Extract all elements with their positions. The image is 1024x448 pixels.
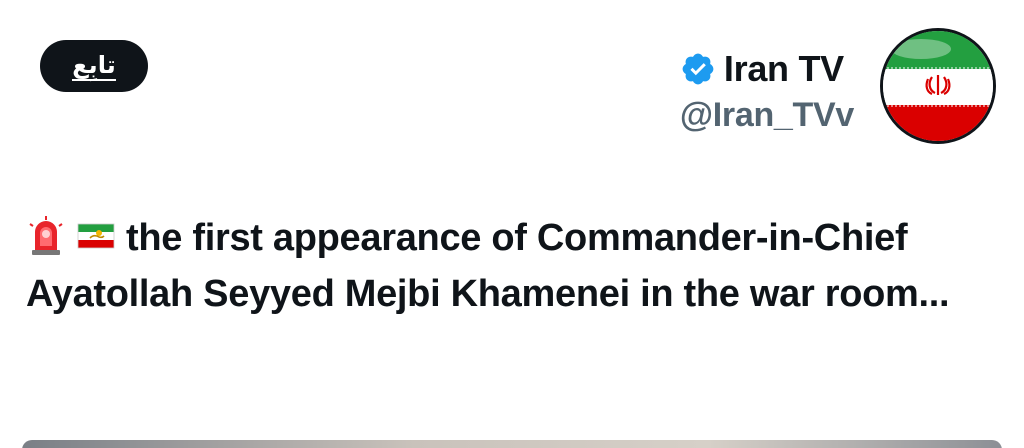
police-light-icon [29, 216, 63, 255]
user-handle[interactable]: @Iran_TVv [680, 96, 854, 135]
tweet-header: Iran TV @Iran_TVv [680, 28, 996, 144]
follow-button[interactable]: تابِع [40, 40, 148, 92]
tweet-body: the first appearance of Commander-in-Chi… [26, 217, 950, 315]
iran-flag-avatar-icon [883, 31, 993, 141]
display-name-row[interactable]: Iran TV [680, 44, 844, 94]
follow-button-label: تابِع [72, 50, 116, 81]
tweet-card: تابِع Iran TV @Iran_TVv the first appear… [0, 0, 1024, 448]
display-name: Iran TV [723, 47, 844, 89]
tweet-text: the first appearance of Commander-in-Chi… [26, 210, 1006, 322]
avatar[interactable] [880, 28, 996, 144]
media-preview[interactable] [22, 440, 1002, 448]
verified-badge-icon [682, 53, 714, 84]
iran-lion-sun-flag-icon [77, 223, 115, 249]
author-names: Iran TV @Iran_TVv [680, 38, 854, 135]
